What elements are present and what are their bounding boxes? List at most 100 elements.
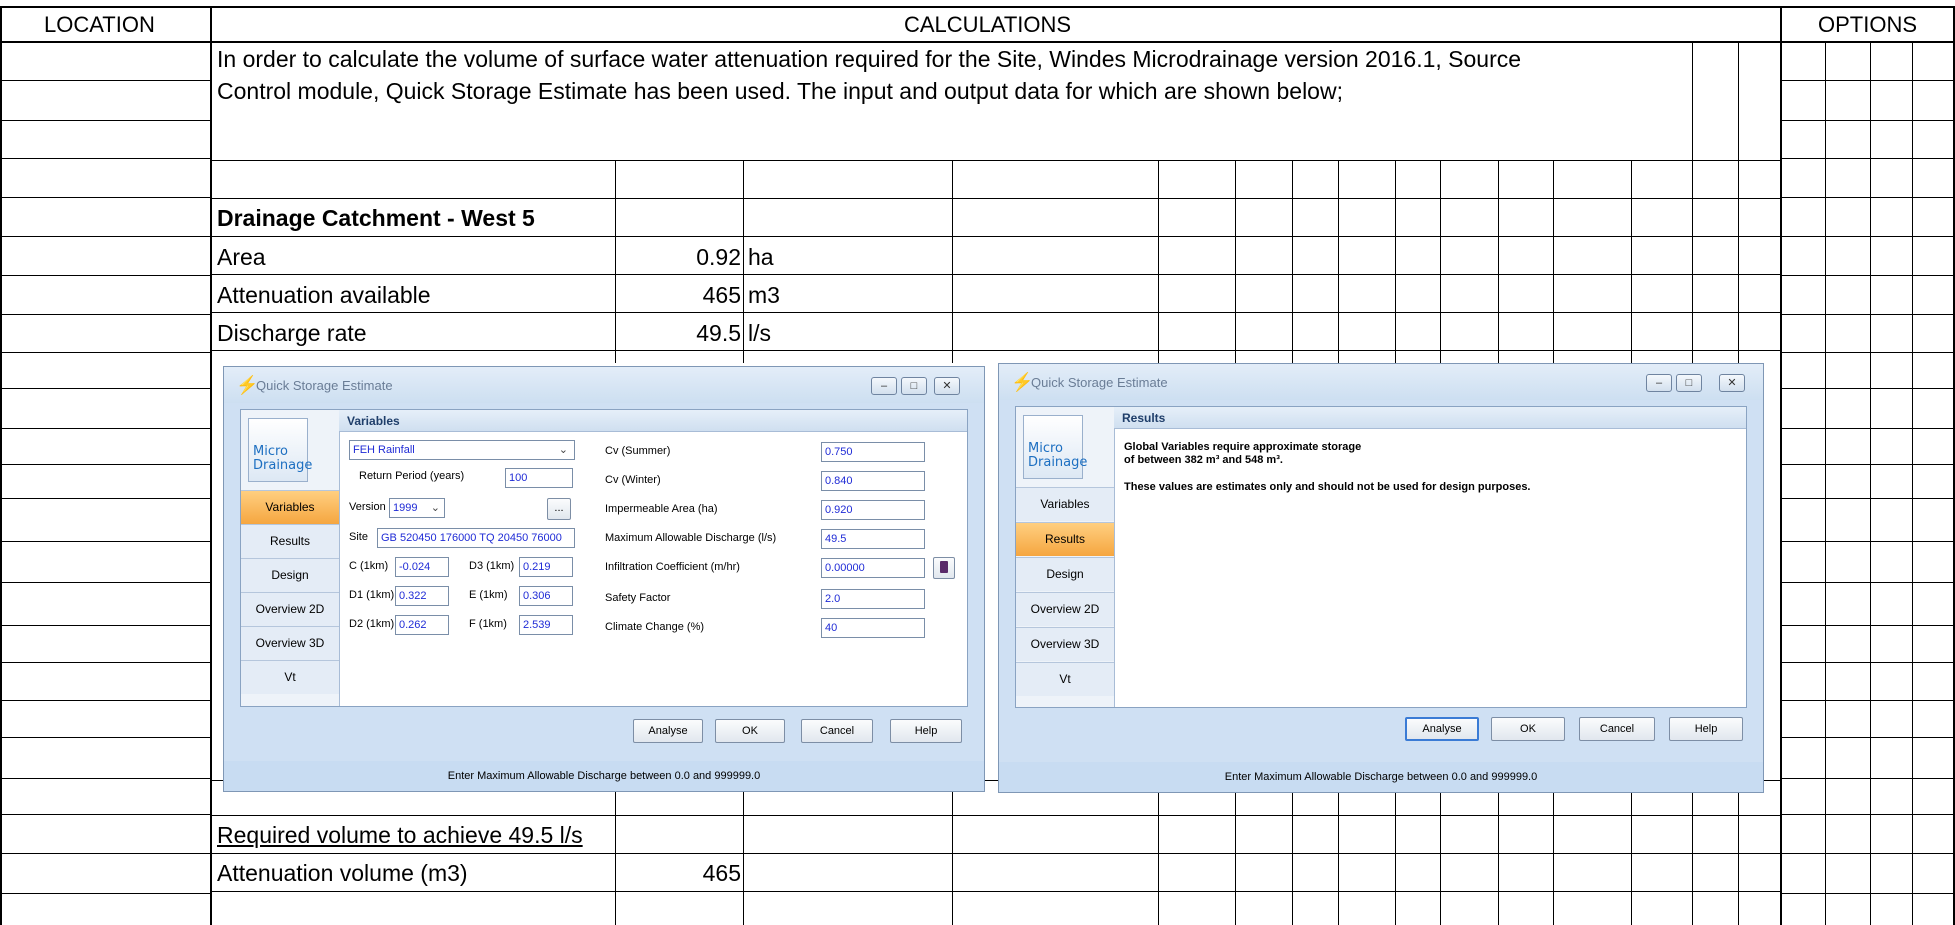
dialog-titlebar: ⚡ Quick Storage Estimate – □ ✕ [999, 364, 1763, 400]
grid-hline [0, 853, 210, 854]
infiltration-input[interactable]: 0.00000 [821, 558, 925, 578]
intro-line-1: In order to calculate the volume of surf… [217, 46, 1522, 72]
nav-design[interactable]: Design [241, 558, 339, 592]
ok-button[interactable]: OK [1491, 717, 1565, 741]
grid-vline [1738, 160, 1739, 363]
section-variables: Variables [339, 410, 967, 432]
max-discharge-input[interactable]: 49.5 [821, 529, 925, 549]
maximize-button[interactable]: □ [901, 377, 927, 395]
max-discharge-label: Maximum Allowable Discharge (l/s) [605, 532, 777, 544]
grid-hline [1780, 541, 1955, 542]
dialog-title: Quick Storage Estimate [256, 378, 393, 393]
safety-factor-input[interactable]: 2.0 [821, 589, 925, 609]
variables-dialog: ⚡ Quick Storage Estimate – □ ✕ Micro Dra… [223, 366, 985, 792]
grid-vline [1235, 160, 1236, 363]
cancel-button[interactable]: Cancel [801, 719, 873, 743]
impermeable-area-label: Impermeable Area (ha) [605, 503, 718, 515]
help-button[interactable]: Help [890, 719, 962, 743]
nav-overview-2d[interactable]: Overview 2D [241, 592, 339, 626]
analyse-button[interactable]: Analyse [1405, 717, 1479, 741]
grid-hline [0, 388, 210, 389]
grid-hline [1780, 120, 1955, 121]
d2-input[interactable]: 0.262 [395, 615, 449, 635]
row-attenuation-unit: m3 [748, 282, 780, 308]
grid-vline [1631, 160, 1632, 363]
minimize-button[interactable]: – [1646, 374, 1672, 392]
nav-overview-2d[interactable]: Overview 2D [1016, 592, 1114, 626]
grid-vline [1158, 160, 1159, 363]
dialog-body: Micro Drainage Variables Results Design … [1015, 406, 1747, 708]
nav-results[interactable]: Results [241, 524, 339, 558]
header-calculations: CALCULATIONS [904, 12, 1072, 37]
version-select[interactable]: 1999 ⌄ [389, 498, 445, 518]
analyse-button[interactable]: Analyse [633, 719, 703, 743]
grid-hline [1780, 464, 1955, 465]
grid-vline [1498, 792, 1499, 925]
e-input[interactable]: 0.306 [519, 586, 573, 606]
grid-vline [1692, 792, 1693, 925]
nav-overview-3d[interactable]: Overview 3D [241, 626, 339, 660]
grid-vline [1395, 160, 1396, 363]
grid-hline [210, 853, 1780, 854]
f-input[interactable]: 2.539 [519, 615, 573, 635]
close-button[interactable]: ✕ [1719, 374, 1745, 392]
grid-vline [1498, 160, 1499, 363]
grid-hline [0, 541, 210, 542]
site-input[interactable]: GB 520450 176000 TQ 20450 76000 [377, 528, 575, 548]
impermeable-area-input[interactable]: 0.920 [821, 500, 925, 520]
climate-change-input[interactable]: 40 [821, 618, 925, 638]
nav-vt[interactable]: Vt [241, 660, 339, 694]
f-label: F (1km) [469, 618, 507, 630]
grid-hline [0, 662, 210, 663]
cv-winter-input[interactable]: 0.840 [821, 471, 925, 491]
browse-button[interactable]: ... [547, 498, 571, 520]
nav-variables[interactable]: Variables [1016, 487, 1114, 521]
grid-hline [0, 737, 210, 738]
d1-label: D1 (1km) [349, 589, 395, 601]
grid-hline [1780, 428, 1955, 429]
spreadsheet: LOCATION CALCULATIONS OPTIONS In order t… [0, 0, 1955, 925]
nav-variables[interactable]: Variables [241, 490, 339, 524]
d3-input[interactable]: 0.219 [519, 557, 573, 577]
site-label: Site [349, 531, 368, 543]
cancel-button[interactable]: Cancel [1579, 717, 1655, 741]
help-button[interactable]: Help [1669, 717, 1743, 741]
grid-hline [210, 891, 1780, 892]
c-input[interactable]: -0.024 [395, 557, 449, 577]
grid-hline [1780, 236, 1955, 237]
nav-overview-3d[interactable]: Overview 3D [1016, 627, 1114, 661]
microdrainage-logo: Micro Drainage [248, 418, 312, 482]
d1-input[interactable]: 0.322 [395, 586, 449, 606]
grid-hline [1780, 352, 1955, 353]
close-button[interactable]: ✕ [934, 377, 960, 395]
grid-hline [0, 778, 210, 779]
calculator-button[interactable] [933, 557, 955, 579]
cv-summer-input[interactable]: 0.750 [821, 442, 925, 462]
ok-button[interactable]: OK [715, 719, 785, 743]
return-period-input[interactable]: 100 [505, 468, 573, 488]
results-dialog: ⚡ Quick Storage Estimate – □ ✕ Micro Dra… [998, 363, 1764, 793]
rainfall-select[interactable]: FEH Rainfall ⌄ [349, 440, 575, 460]
grid-hline [1780, 853, 1955, 854]
grid-hline [1780, 498, 1955, 499]
grid-vline [1631, 792, 1632, 925]
maximize-button[interactable]: □ [1676, 374, 1702, 392]
grid-hline [0, 41, 1955, 43]
c-label: C (1km) [349, 560, 389, 572]
grid-hline [1780, 197, 1955, 198]
nav-results[interactable]: Results [1016, 522, 1114, 556]
grid-hline [210, 236, 1780, 237]
grid-hline [1780, 625, 1955, 626]
nav-design[interactable]: Design [1016, 557, 1114, 591]
grid-hline [0, 120, 210, 121]
minimize-button[interactable]: – [871, 377, 897, 395]
grid-vline [1738, 41, 1739, 160]
nav-sidebar: Micro Drainage Variables Results Design … [241, 410, 340, 706]
catchment-title: Drainage Catchment - West 5 [217, 205, 535, 231]
version-label: Version [349, 501, 386, 513]
nav-vt[interactable]: Vt [1016, 662, 1114, 696]
infiltration-label: Infiltration Coefficient (m/hr) [605, 561, 740, 573]
intro-line-2: Control module, Quick Storage Estimate h… [217, 78, 1343, 104]
grid-hline [1780, 700, 1955, 701]
results-message-1: Global Variables require approximate sto… [1124, 441, 1362, 453]
